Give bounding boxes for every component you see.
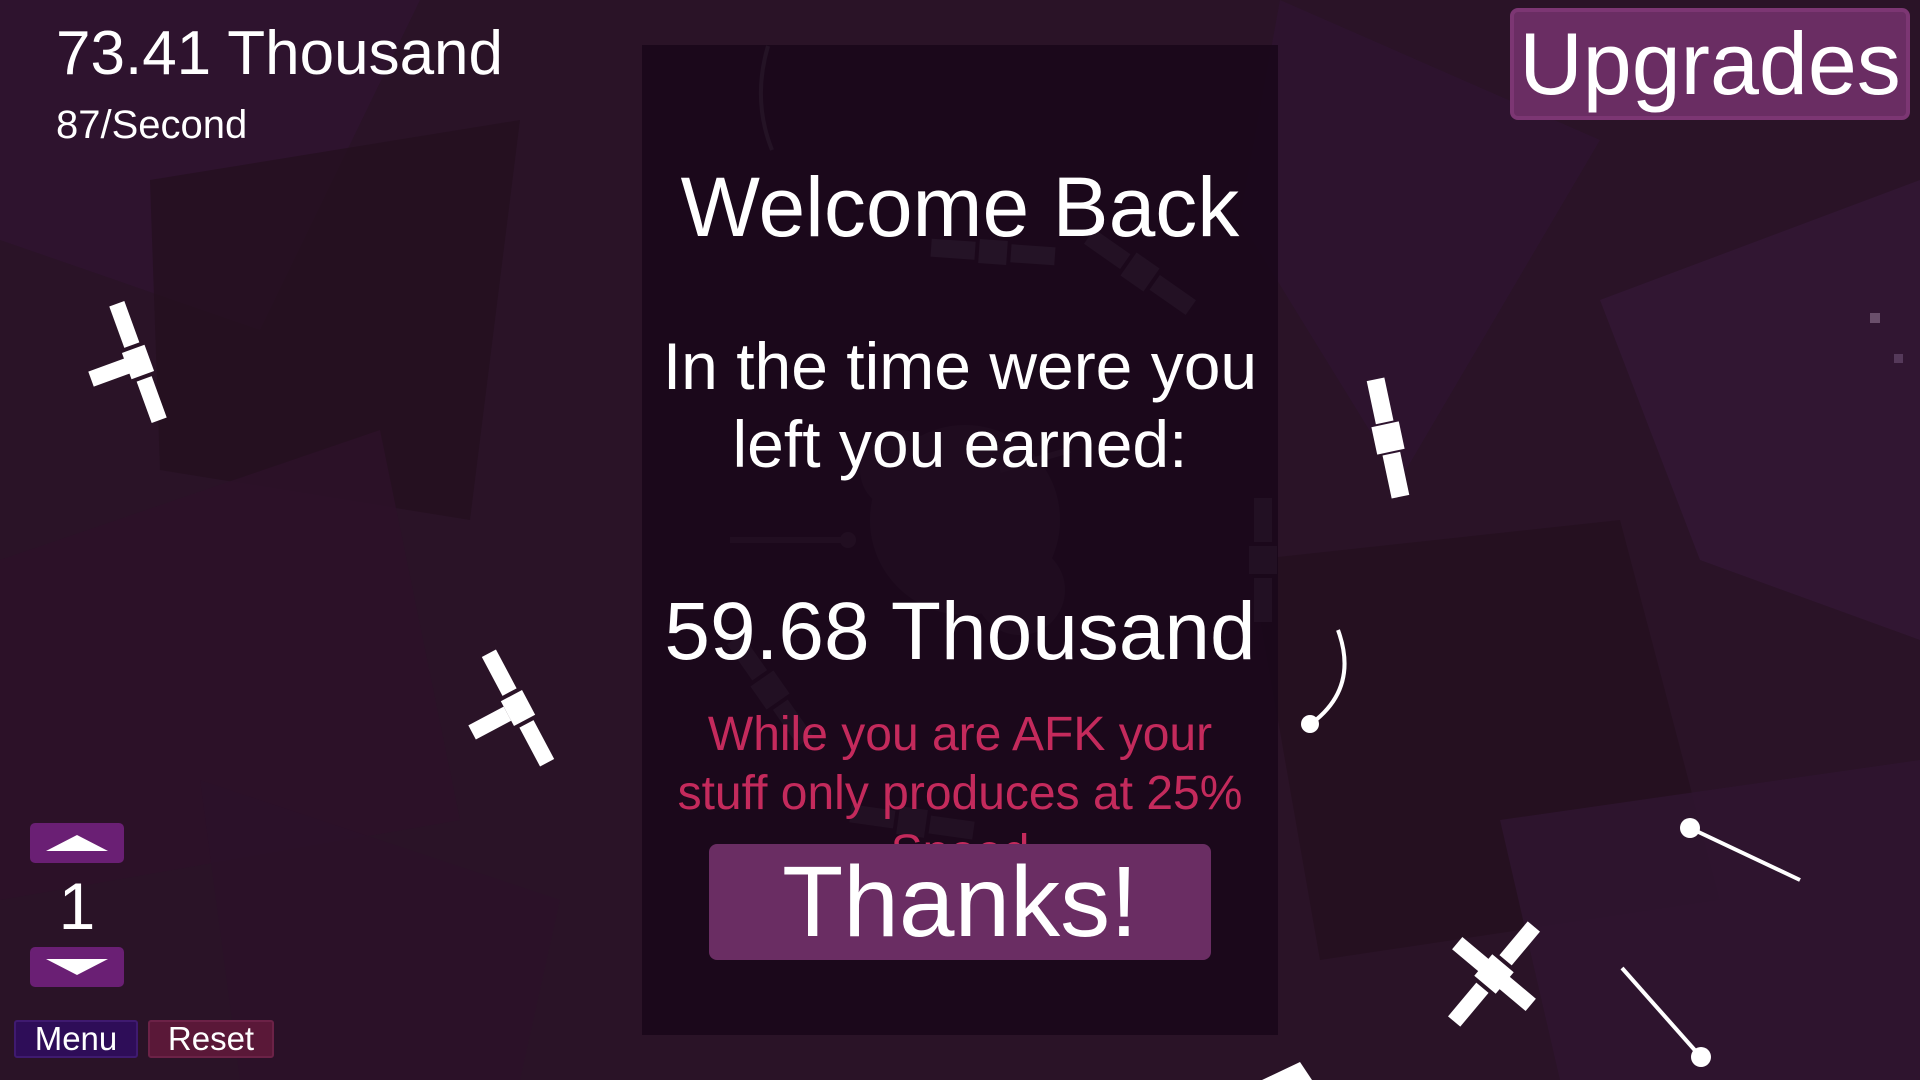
offline-earnings: 59.68 Thousand xyxy=(664,586,1256,677)
dialog-title: Welcome Back xyxy=(680,160,1240,254)
triangle-up-icon xyxy=(46,835,108,851)
debris-dot xyxy=(1870,313,1880,323)
thanks-button[interactable]: Thanks! xyxy=(709,844,1211,960)
menu-button[interactable]: Menu xyxy=(14,1020,138,1058)
currency-total: 73.41 Thousand xyxy=(56,19,504,88)
dialog-subtitle: In the time were you left you earned: xyxy=(662,329,1258,481)
welcome-back-dialog: Welcome Back In the time were you left y… xyxy=(642,45,1278,1035)
reset-button[interactable]: Reset xyxy=(148,1020,274,1058)
level-value: 1 xyxy=(58,869,96,943)
income-rate: 87/Second xyxy=(56,103,248,147)
triangle-down-icon xyxy=(46,959,108,975)
level-up-button[interactable] xyxy=(30,823,124,863)
debris-dot xyxy=(1894,354,1903,363)
level-down-button[interactable] xyxy=(30,947,124,987)
upgrades-button[interactable]: Upgrades xyxy=(1510,8,1910,120)
